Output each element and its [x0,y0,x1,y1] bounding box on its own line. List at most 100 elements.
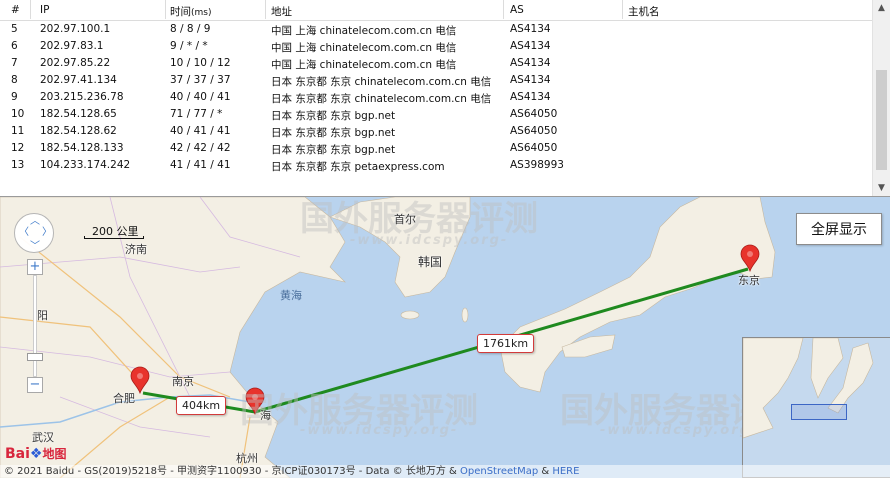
table-row[interactable]: 9 203.215.236.78 40 / 40 / 41 日本 东京都 东京 chi… [0,89,872,106]
place-label-korea: 韩国 [418,255,443,269]
pan-left-icon[interactable]: 〈 [19,228,29,238]
overview-minimap[interactable] [742,337,890,478]
cell-hop: 9 [11,91,18,103]
place-label-nanjing: 南京 [172,375,194,388]
scroll-up-icon[interactable]: ▲ [873,0,890,16]
column-divider[interactable] [503,0,504,19]
pan-control[interactable]: ︿ ﹀ 〈 〉 [14,213,54,253]
copyright-text: © 2021 Baidu - GS(2019)5218号 - 甲测资字11009… [4,466,460,477]
scroll-down-icon[interactable]: ▼ [873,180,890,196]
table-row[interactable]: 8 202.97.41.134 37 / 37 / 37 日本 东京都 东京 chin… [0,72,872,89]
route-map[interactable]: 国外服务器评测 -www.idcspy.org- 国外服务器评测 -www.id… [0,197,890,478]
jeju-island [400,310,420,320]
cell-location: 日本 东京都 东京 chinatelecom.com.cn 电信 [271,93,492,105]
baidu-logo[interactable]: Bai❖地图 [5,445,67,462]
table-row[interactable]: 10 182.54.128.65 71 / 77 / * 日本 东京都 东京 bgp.… [0,106,872,123]
watermark-url: -www.idcspy.org- [350,233,509,248]
openstreetmap-link[interactable]: OpenStreetMap [460,466,538,477]
cell-as: AS4134 [510,23,551,35]
header-as[interactable]: AS [510,4,524,16]
copyright-and: & [538,466,553,477]
baidu-logo-text: Bai [5,446,30,462]
place-label-seoul: 首尔 [394,213,416,226]
cell-hop: 6 [11,40,18,52]
cell-location: 日本 东京都 东京 petaexpress.com [271,161,445,173]
cell-as: AS398993 [510,159,564,171]
cell-as: AS4134 [510,57,551,69]
cell-ip: 202.97.85.22 [40,57,111,69]
cell-as: AS64050 [510,142,558,154]
cell-ip: 203.215.236.78 [40,91,124,103]
place-label-yellow-sea: 黄海 [280,289,302,302]
japan-landmass [499,197,776,393]
baidu-logo-suffix: 地图 [42,447,67,461]
place-label-zhengzhou: 阳 [37,309,48,322]
pan-up-icon[interactable]: ︿ [30,217,40,227]
cell-location: 日本 东京都 东京 chinatelecom.com.cn 电信 [271,76,492,88]
place-label-hefei: 合肥 [113,392,135,405]
place-label-shanghai: 海 [260,409,271,422]
cell-hop: 13 [11,159,25,171]
distance-label-hefei-shanghai: 404km [176,396,227,415]
cell-location: 日本 东京都 东京 bgp.net [271,127,396,139]
cell-time: 8 / 8 / 9 [170,23,211,35]
fullscreen-button[interactable]: 全屏显示 [796,213,882,245]
table-row[interactable]: 13 104.233.174.242 41 / 41 / 41 日本 东京都 东京 p… [0,157,872,174]
header-hop[interactable]: # [11,4,20,16]
header-time-unit: (ms) [191,8,212,18]
traceroute-table: # IP 时间(ms) 地址 AS 主机名 5 202.97.100.1 8 / 8… [0,0,890,197]
here-link[interactable]: HERE [552,466,579,477]
cell-time: 41 / 41 / 41 [170,159,231,171]
table-row[interactable]: 12 182.54.128.133 42 / 42 / 42 日本 东京都 东京 bg… [0,140,872,157]
header-time-label: 时间 [170,6,191,18]
cell-time: 40 / 40 / 41 [170,91,231,103]
table-header-row: # IP 时间(ms) 地址 AS 主机名 [0,0,872,21]
cell-as: AS4134 [510,74,551,86]
column-divider[interactable] [622,0,623,19]
zoom-out-button[interactable]: − [27,377,43,393]
pan-right-icon[interactable]: 〉 [42,228,52,238]
cell-location: 日本 东京都 东京 bgp.net [271,144,396,156]
minimap-land [743,338,874,439]
cell-ip: 202.97.83.1 [40,40,104,52]
scale-line [84,236,144,239]
paw-icon: ❖ [29,446,43,462]
cell-ip: 104.233.174.242 [40,159,131,171]
minimap-viewport[interactable] [791,404,847,420]
cell-as: AS4134 [510,91,551,103]
table-row[interactable]: 6 202.97.83.1 9 / * / * 中国 上海 chinatelecom.… [0,38,872,55]
cell-ip: 182.54.128.62 [40,125,117,137]
watermark-url: -www.idcspy.org- [600,423,759,438]
cell-hop: 10 [11,108,25,120]
vertical-scrollbar[interactable]: ▲ ▼ [872,0,890,196]
zoom-slider-thumb[interactable] [27,353,43,361]
header-location[interactable]: 地址 [271,4,292,19]
cell-ip: 202.97.41.134 [40,74,117,86]
zoom-in-button[interactable]: + [27,259,43,275]
header-hostname[interactable]: 主机名 [628,4,660,19]
cell-as: AS4134 [510,40,551,52]
cell-time: 9 / * / * [170,40,208,52]
cell-hop: 8 [11,74,18,86]
column-divider[interactable] [30,0,31,19]
cell-hop: 12 [11,142,25,154]
cell-time: 37 / 37 / 37 [170,74,231,86]
cell-ip: 182.54.128.133 [40,142,124,154]
cell-hop: 11 [11,125,25,137]
watermark-url: -www.idcspy.org- [300,423,459,438]
pan-down-icon[interactable]: ﹀ [30,242,40,252]
cell-time: 71 / 77 / * [170,108,223,120]
cell-as: AS64050 [510,108,558,120]
header-ip[interactable]: IP [40,4,49,16]
cell-location: 日本 东京都 东京 bgp.net [271,110,396,122]
place-label-jinan: 济南 [125,243,147,256]
table-row[interactable]: 7 202.97.85.22 10 / 10 / 12 中国 上海 chinatele… [0,55,872,72]
zoom-slider-track[interactable] [33,275,37,377]
table-row[interactable]: 5 202.97.100.1 8 / 8 / 9 中国 上海 chinatelecom… [0,21,872,38]
header-time[interactable]: 时间(ms) [170,4,211,19]
cell-as: AS64050 [510,125,558,137]
table-row[interactable]: 11 182.54.128.62 40 / 41 / 41 日本 东京都 东京 bgp… [0,123,872,140]
column-divider[interactable] [165,0,166,19]
scrollbar-thumb[interactable] [876,70,887,170]
column-divider[interactable] [265,0,266,19]
